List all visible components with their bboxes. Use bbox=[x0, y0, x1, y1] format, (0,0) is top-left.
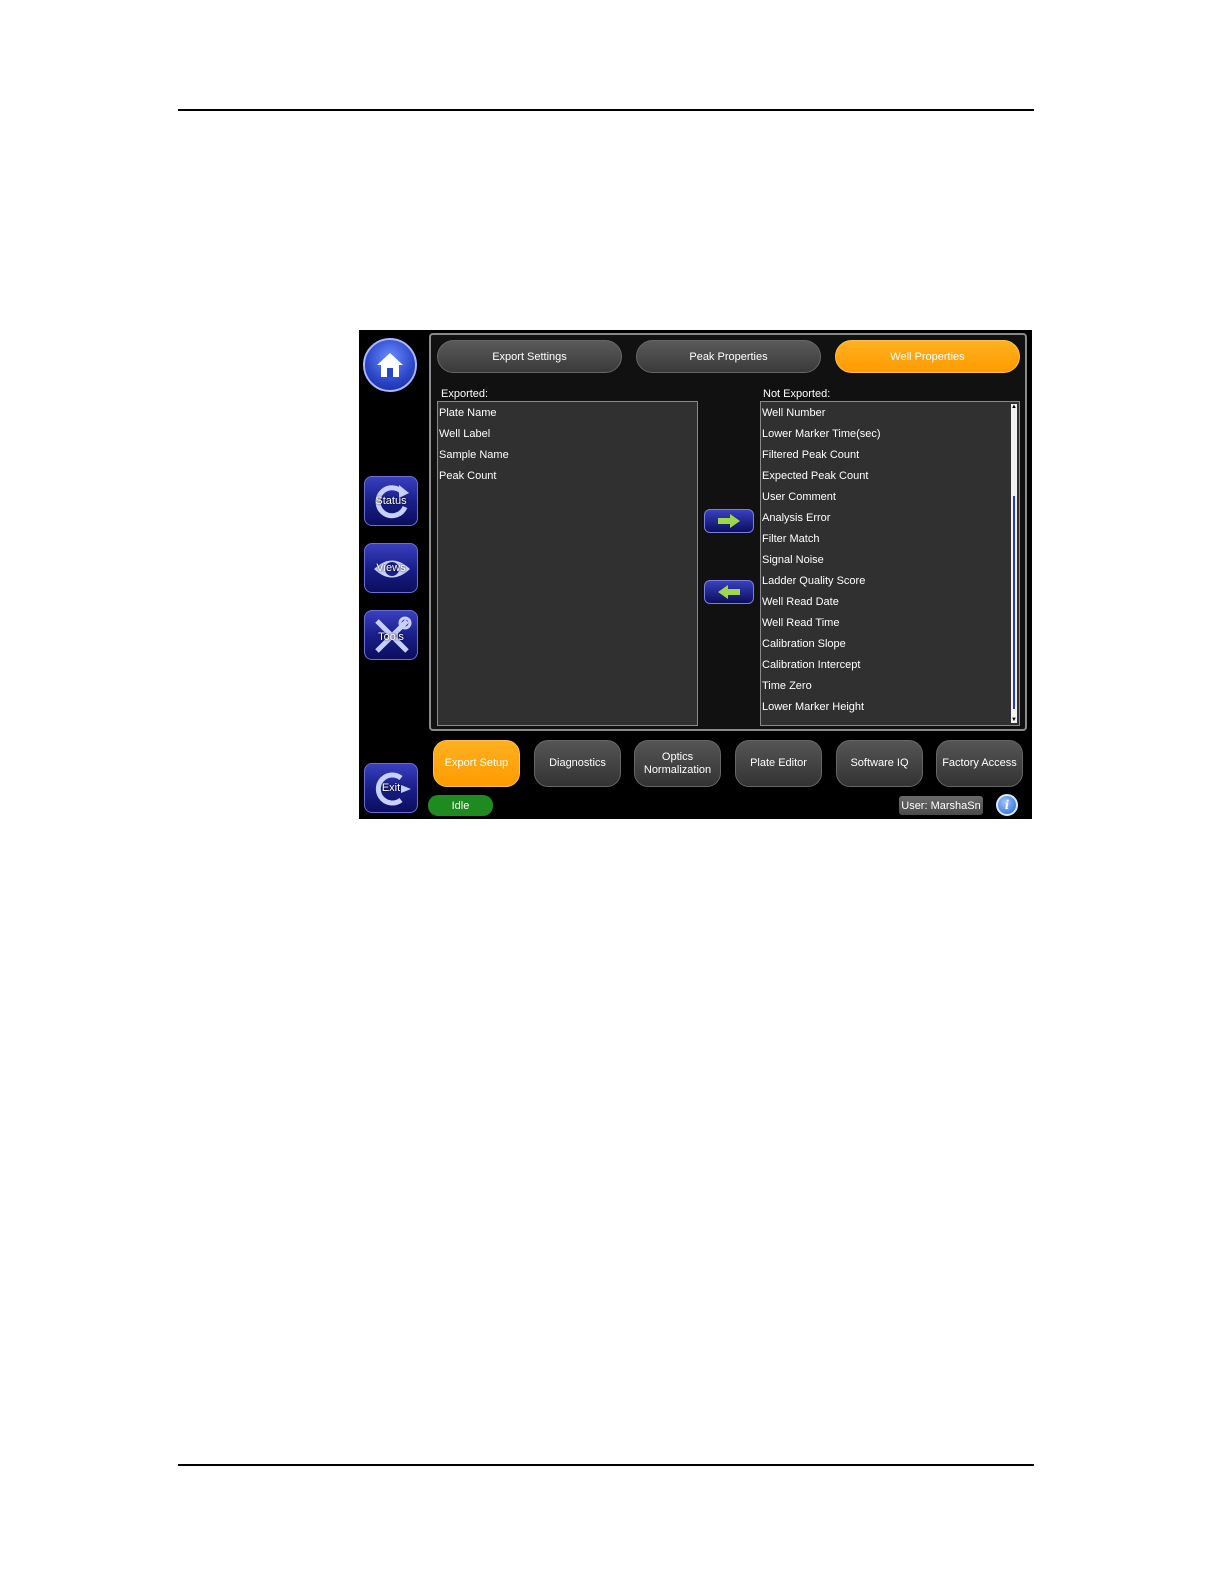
views-button-label: Views bbox=[376, 562, 406, 574]
move-to-not-exported-button[interactable] bbox=[704, 509, 754, 533]
list-item[interactable]: Well Read Date bbox=[761, 594, 1019, 615]
list-item[interactable]: Plate Name bbox=[438, 405, 697, 426]
not-exported-caption: Not Exported: bbox=[763, 388, 831, 400]
list-item[interactable]: Calibration Slope bbox=[761, 636, 1019, 657]
list-item[interactable]: Filter Match bbox=[761, 531, 1019, 552]
not-exported-list[interactable]: Well Number Lower Marker Time(sec) Filte… bbox=[760, 401, 1020, 726]
scroll-down-arrow-icon[interactable]: ▼ bbox=[1011, 717, 1017, 723]
list-item[interactable]: Expected Peak Count bbox=[761, 468, 1019, 489]
arrow-right-icon bbox=[718, 514, 740, 528]
tab-optics-normalization[interactable]: Optics Normalization bbox=[634, 740, 721, 787]
home-button[interactable] bbox=[363, 338, 417, 392]
status-button[interactable]: Status bbox=[364, 476, 418, 526]
exported-caption: Exported: bbox=[441, 388, 489, 400]
views-button[interactable]: Views bbox=[364, 543, 418, 593]
move-to-exported-button[interactable] bbox=[704, 580, 754, 604]
arrow-left-icon bbox=[718, 585, 740, 599]
list-item[interactable]: Analysis Error bbox=[761, 510, 1019, 531]
list-item[interactable]: Calibration Intercept bbox=[761, 657, 1019, 678]
tab-export-settings[interactable]: Export Settings bbox=[437, 340, 622, 373]
tools-button-label: Tools bbox=[378, 631, 404, 643]
user-indicator[interactable]: User: MarshaSn bbox=[899, 796, 983, 815]
list-item[interactable]: Signal Noise bbox=[761, 552, 1019, 573]
list-item[interactable]: Time Zero bbox=[761, 678, 1019, 699]
tab-diagnostics[interactable]: Diagnostics bbox=[534, 740, 621, 787]
status-badge: Idle bbox=[428, 795, 493, 816]
tools-button[interactable]: Tools bbox=[364, 610, 418, 660]
scroll-up-arrow-icon[interactable]: ▲ bbox=[1011, 404, 1017, 410]
status-button-label: Status bbox=[375, 495, 407, 507]
tab-export-setup[interactable]: Export Setup bbox=[433, 740, 520, 787]
tab-software-iq[interactable]: Software IQ bbox=[836, 740, 923, 787]
exit-button-label: Exit bbox=[381, 782, 401, 794]
exported-list[interactable]: Plate Name Well Label Sample Name Peak C… bbox=[437, 401, 698, 726]
tab-well-properties[interactable]: Well Properties bbox=[835, 340, 1020, 373]
list-item[interactable]: Ladder Quality Score bbox=[761, 573, 1019, 594]
list-item[interactable]: User Comment bbox=[761, 489, 1019, 510]
scrollbar-thumb[interactable] bbox=[1013, 496, 1015, 709]
app-window: Status Views Tools Exit Export Settings … bbox=[359, 330, 1032, 819]
home-icon bbox=[377, 353, 403, 377]
list-item[interactable]: Well Label bbox=[438, 426, 697, 447]
export-panel: Export Settings Peak Properties Well Pro… bbox=[429, 333, 1027, 731]
tab-peak-properties[interactable]: Peak Properties bbox=[636, 340, 821, 373]
list-item[interactable]: Well Read Time bbox=[761, 615, 1019, 636]
not-exported-scrollbar[interactable]: ▲ ▼ bbox=[1011, 404, 1017, 723]
list-item[interactable]: Peak Count bbox=[438, 468, 697, 489]
info-icon[interactable]: i bbox=[996, 794, 1018, 816]
list-item[interactable]: Sample Name bbox=[438, 447, 697, 468]
list-item[interactable]: Well Number bbox=[761, 405, 1019, 426]
tab-factory-access[interactable]: Factory Access bbox=[936, 740, 1023, 787]
exit-button[interactable]: Exit bbox=[364, 763, 418, 813]
list-item[interactable]: Filtered Peak Count bbox=[761, 447, 1019, 468]
page-bottom-rule bbox=[178, 1464, 1034, 1466]
list-item[interactable]: Lower Marker Time(sec) bbox=[761, 426, 1019, 447]
page-top-rule bbox=[178, 109, 1034, 111]
tab-plate-editor[interactable]: Plate Editor bbox=[735, 740, 822, 787]
list-item[interactable]: Lower Marker Height bbox=[761, 699, 1019, 720]
